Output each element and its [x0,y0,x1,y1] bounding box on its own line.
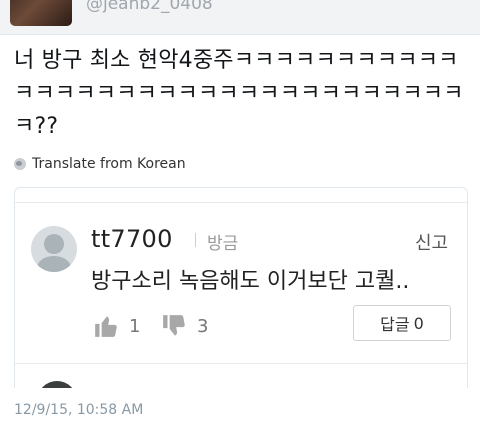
comment-username: tt7700 [91,225,173,253]
like-count: 1 [129,315,141,337]
translate-link[interactable]: Translate from Korean [14,154,186,174]
divider [195,233,196,247]
thumbs-up-icon [95,316,117,337]
default-profile-icon [31,226,77,272]
dislike-count: 3 [197,315,209,337]
reply-button[interactable]: 답글 0 [353,305,451,341]
report-button[interactable]: 신고 [415,229,448,255]
globe-icon [14,158,26,170]
comment-text: 방구소리 녹음해도 이거보단 고퀄.. [91,269,410,294]
tweet-timestamp[interactable]: 12/9/15, 10:58 AM [14,402,143,418]
user-handle[interactable]: @jeanb2_0408 [86,0,213,14]
comment-time: 방금 [207,234,239,254]
tweet-text: 너 방구 최소 현악4중주ㅋㅋㅋㅋㅋㅋㅋㅋㅋㅋㅋㅋㅋㅋㅋㅋㅋㅋㅋㅋㅋㅋㅋㅋㅋㅋㅋ… [14,48,464,139]
translate-label: Translate from Korean [32,156,186,172]
embedded-comment-card[interactable]: tt7700 방금 신고 방구소리 녹음해도 이거보단 고퀄.. 1 3 답글 … [14,187,468,388]
dislike-button[interactable]: 3 [161,313,208,339]
reply-count: 0 [413,313,424,333]
thumbs-down-icon [163,315,185,336]
user-avatar[interactable] [10,0,72,26]
reply-label: 답글 [380,315,410,334]
next-comment-avatar [37,381,77,388]
comment-item: tt7700 방금 신고 방구소리 녹음해도 이거보단 고퀄.. 1 3 답글 … [15,202,467,364]
like-button[interactable]: 1 [93,313,140,339]
tweet-header: @jeanb2_0408 [0,0,480,35]
